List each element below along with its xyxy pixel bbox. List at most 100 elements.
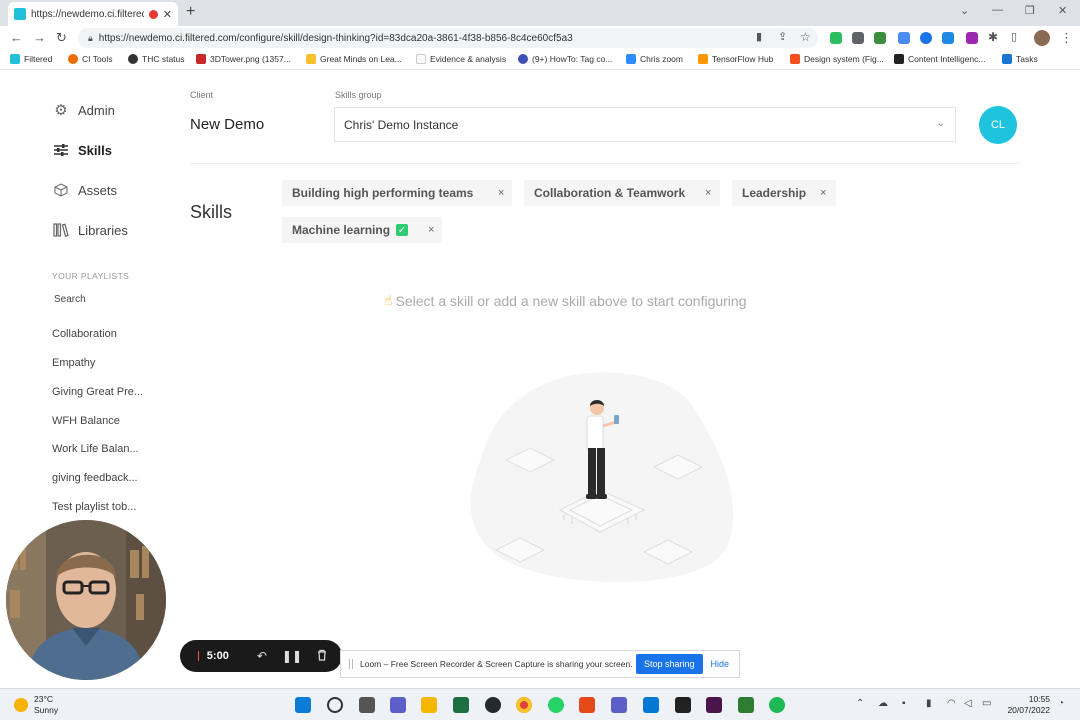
stop-sharing-button[interactable]: Stop sharing [636,654,703,674]
remove-chip-icon[interactable]: × [498,187,504,199]
remove-chip-icon[interactable]: × [428,224,434,236]
playlist-item[interactable]: Collaboration [52,328,162,340]
skill-chip[interactable]: Building high performing teams × [282,180,512,206]
playlist-item[interactable]: WFH Balance [52,415,162,427]
chrome-icon[interactable] [516,697,532,713]
app-icon[interactable] [738,697,754,713]
sidebar-item-skills[interactable]: Skills [52,141,112,159]
browser-tab[interactable]: https://newdemo.ci.filtered.co ✕ [8,2,178,26]
playlist-item[interactable]: Empathy [52,357,162,369]
share-icon[interactable]: ⇪ [778,30,787,43]
extension-icon[interactable] [874,32,886,44]
spotify-icon[interactable] [769,697,785,713]
puzzle-icon[interactable]: ✱ [988,30,998,44]
profile-avatar[interactable] [1034,30,1050,46]
menu-icon[interactable]: ⋮ [1060,30,1073,46]
chevron-down-icon[interactable]: ⌄ [960,4,969,17]
windows-start-icon[interactable] [295,697,311,713]
volume-icon[interactable]: ◁ [964,698,972,709]
notifications-icon[interactable]: ◔ [1058,698,1064,709]
sidepanel-icon[interactable]: ▯ [1011,30,1017,43]
excel-icon[interactable] [453,697,469,713]
skill-chip[interactable]: Collaboration & Teamwork × [524,180,720,206]
forward-icon[interactable]: → [33,30,46,45]
cloud-icon[interactable]: ☁ [878,698,888,709]
playlist-item[interactable]: Work Life Balan... [52,443,162,455]
webcam-bubble[interactable] [6,520,166,680]
bookmark-item[interactable]: Evidence & analysis [416,54,506,64]
new-tab-button[interactable]: + [186,3,195,21]
client-label: Client [190,90,214,100]
skill-chip[interactable]: Leadership × [732,180,836,206]
skills-group-select[interactable]: Chris' Demo Instance ⌄ [334,107,956,142]
task-view-icon[interactable] [359,697,375,713]
bookmark-item[interactable]: Design system (Fig... [790,54,884,64]
skill-chip-label: Leadership [742,186,807,200]
bookmark-item[interactable]: Tasks [1002,54,1038,64]
bookmark-item[interactable]: (9+) HowTo: Tag co... [518,54,612,64]
playlists-heading: YOUR PLAYLISTS [52,271,130,281]
sidebar-item-admin[interactable]: ⚙ Admin [52,101,115,119]
bookmark-item[interactable]: Great Minds on Lea... [306,54,402,64]
teams-chat-icon[interactable] [390,697,406,713]
battery-icon[interactable]: ▭ [982,698,991,709]
skill-chip[interactable]: Machine learning ✓ × [282,217,442,243]
cube-icon [52,181,70,199]
bookmark-item[interactable]: THC status [128,54,185,64]
microphone-icon[interactable]: ▮ [926,698,932,709]
undo-icon[interactable]: ↶ [257,649,267,663]
drag-handle-icon[interactable] [349,659,353,669]
system-clock[interactable]: 10:55 20/07/2022 [1004,694,1050,716]
extension-icon[interactable] [942,32,954,44]
snip-tool-icon[interactable] [579,697,595,713]
weather-widget[interactable]: 23°C Sunny [14,694,58,716]
remove-chip-icon[interactable]: × [820,187,826,199]
bookmark-item[interactable]: CI Tools [68,54,113,64]
sidebar-item-assets[interactable]: Assets [52,181,117,199]
wifi-icon[interactable]: ◠ [947,698,956,709]
search-icon[interactable] [327,697,343,713]
playlist-item[interactable]: Giving Great Pre... [52,386,162,398]
reload-icon[interactable]: ↻ [56,30,67,46]
chevron-up-icon[interactable]: ⌃ [856,698,864,709]
teams-icon[interactable] [611,697,627,713]
close-tab-icon[interactable]: ✕ [163,8,172,21]
file-explorer-icon[interactable] [421,697,437,713]
playlist-search[interactable]: Search [54,294,86,305]
extension-icon[interactable] [852,32,864,44]
tray-app-icon[interactable]: ▪ [902,698,906,709]
extension-icon[interactable] [920,32,932,44]
minimize-icon[interactable]: — [992,4,1003,16]
slack-icon[interactable] [706,697,722,713]
address-bar[interactable]: 🔒︎ https://newdemo.ci.filtered.com/confi… [78,28,818,48]
bookmark-item[interactable]: Chris zoom [626,54,683,64]
bookmark-icon [196,54,206,64]
divider [190,163,1020,164]
user-avatar[interactable]: CL [979,106,1017,144]
notion-icon[interactable] [675,697,691,713]
restore-icon[interactable]: ❐ [1025,4,1035,17]
evernote-extension-icon[interactable] [830,32,842,44]
camera-icon[interactable]: ▮ [756,30,762,43]
app-icon[interactable] [643,697,659,713]
star-icon[interactable]: ☆ [800,30,811,44]
pause-icon[interactable]: ❚❚ [282,649,302,663]
playlist-item[interactable]: giving feedback... [52,472,162,484]
sidebar-item-libraries[interactable]: Libraries [52,221,128,239]
bookmark-item[interactable]: Filtered [10,54,52,64]
hide-banner-link[interactable]: Hide [711,659,730,669]
bookmark-icon [518,54,528,64]
zoom-extension-icon[interactable] [898,32,910,44]
remove-chip-icon[interactable]: × [705,187,711,199]
trash-icon[interactable] [317,649,327,664]
bookmark-item[interactable]: Content Intelligenc... [894,54,986,64]
whatsapp-icon[interactable] [548,697,564,713]
bookmark-item[interactable]: 3DTower.png (1357... [196,54,291,64]
back-icon[interactable]: ← [10,30,23,45]
playlist-item[interactable]: Test playlist tob... [52,501,162,513]
bookmark-item[interactable]: TensorFlow Hub [698,54,773,64]
close-window-icon[interactable]: ✕ [1058,4,1067,17]
github-icon[interactable] [485,697,501,713]
extension-icon[interactable] [966,32,978,44]
stop-recording-button[interactable] [198,651,199,661]
